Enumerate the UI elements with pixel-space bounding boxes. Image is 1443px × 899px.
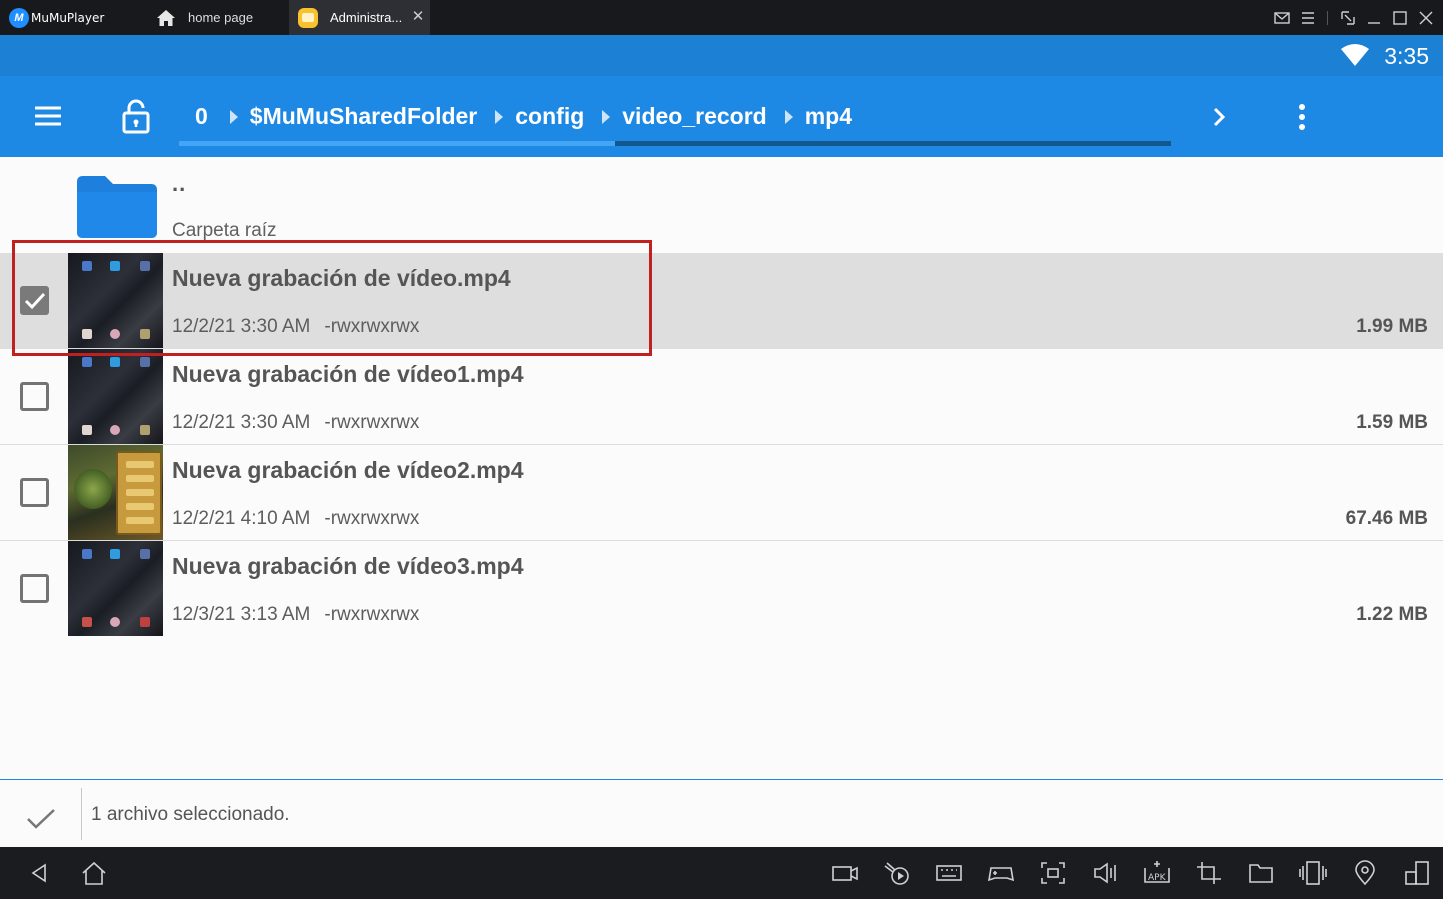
shrink-icon[interactable] [1339,9,1357,27]
mumu-logo: M MuMuPlayer [9,7,104,28]
gamepad-icon[interactable] [987,860,1015,886]
tab-home-label: home page [188,10,254,25]
tab-close-icon[interactable]: ✕ [410,9,426,25]
file-meta: 12/2/21 3:30 AM -rwxrwxrwx [172,412,419,434]
tab-home-page[interactable]: home page [148,0,288,35]
menu-icon[interactable] [1299,9,1317,27]
file-row[interactable]: Nueva grabación de vídeo1.mp4 12/2/21 3:… [0,349,1443,445]
chevron-right-icon[interactable] [1208,105,1230,129]
file-date: 12/3/21 3:13 AM [172,604,311,625]
status-time: 3:35 [1384,43,1429,69]
selection-status: 1 archivo seleccionado. [91,804,290,825]
tab-file-manager[interactable]: Administra... ✕ [289,0,430,35]
file-name: Nueva grabación de vídeo1.mp4 [172,361,524,387]
breadcrumb-separator-icon [602,109,611,124]
folder-icon [77,176,157,238]
tab-admin-label: Administra... [330,10,403,25]
breadcrumb-mp4[interactable]: mp4 [799,103,858,130]
row-checkbox[interactable] [20,478,49,507]
path-progress-fill [179,141,615,146]
back-icon[interactable] [26,860,54,886]
crop-screenshot-icon[interactable] [1195,860,1223,886]
breadcrumb-config[interactable]: config [509,103,590,130]
mumu-logo-icon: M [9,7,29,28]
install-apk-icon[interactable]: APK [1143,860,1171,886]
shared-folder-icon[interactable] [1247,860,1275,886]
file-date: 12/2/21 4:10 AM [172,508,311,529]
parent-folder-name: .. [172,171,187,196]
close-icon[interactable] [1417,9,1435,27]
file-manager-app-icon [298,7,318,28]
maximize-icon[interactable] [1391,9,1409,27]
home-icon [157,9,175,26]
file-meta: 12/3/21 3:13 AM -rwxrwxrwx [172,604,419,626]
breadcrumb-separator-icon [229,109,238,124]
video-thumbnail [68,445,163,540]
file-row[interactable]: Nueva grabación de vídeo3.mp4 12/3/21 3:… [0,541,1443,637]
file-size: 1.99 MB [1356,316,1428,337]
breadcrumb-root[interactable]: 0 [180,103,230,130]
file-date: 12/2/21 3:30 AM [172,412,311,433]
multi-window-icon[interactable] [1403,860,1431,886]
app-name: MuMuPlayer [31,10,105,25]
video-thumbnail [68,349,163,444]
breadcrumb-video-record[interactable]: video_record [616,103,772,130]
file-name: Nueva grabación de vídeo3.mp4 [172,553,524,579]
wifi-icon [1341,44,1369,66]
video-thumbnail [68,541,163,636]
file-permissions: -rwxrwxrwx [324,604,420,625]
minimize-icon[interactable] [1365,9,1383,27]
volume-icon[interactable] [1091,860,1119,886]
file-size: 1.59 MB [1356,412,1428,433]
svg-text:APK: APK [1148,873,1167,883]
hamburger-menu-icon[interactable] [33,103,63,129]
breadcrumb-separator-icon [495,109,504,124]
parent-folder-subtitle: Carpeta raíz [172,220,277,241]
selection-bar: 1 archivo seleccionado. [0,779,1443,847]
file-meta: 12/2/21 4:10 AM -rwxrwxrwx [172,508,419,530]
file-permissions: -rwxrwxrwx [324,508,420,529]
emulator-titlebar: M MuMuPlayer home page Administra... ✕ [0,0,1443,35]
shake-icon[interactable] [1299,860,1327,886]
row-checkbox[interactable] [20,382,49,411]
operation-record-icon[interactable] [883,860,911,886]
titlebar-divider [1327,11,1328,25]
emulator-navbar: APK [0,847,1443,899]
parent-folder-row[interactable]: .. Carpeta raíz [0,157,1443,253]
row-checkbox[interactable] [20,574,49,603]
confirm-check-icon[interactable] [26,807,56,831]
fullscreen-icon[interactable] [1039,860,1067,886]
selection-highlight-box [12,240,652,356]
breadcrumb-separator-icon [784,109,793,124]
android-statusbar: 3:35 [0,35,1443,76]
location-icon[interactable] [1351,860,1379,886]
file-name: Nueva grabación de vídeo2.mp4 [172,457,524,483]
file-row[interactable]: Nueva grabación de vídeo2.mp4 12/2/21 4:… [0,445,1443,541]
selection-divider [81,788,82,840]
home-nav-icon[interactable] [80,860,108,886]
more-vert-icon[interactable] [1295,103,1309,131]
unlock-icon[interactable] [120,98,152,134]
file-size: 67.46 MB [1345,508,1428,529]
keyboard-icon[interactable] [935,860,963,886]
file-permissions: -rwxrwxrwx [324,412,420,433]
breadcrumb-mumusharedfolder[interactable]: $MuMuSharedFolder [244,103,483,130]
file-size: 1.22 MB [1356,604,1428,625]
record-video-icon[interactable] [831,860,859,886]
mail-icon[interactable] [1273,9,1291,27]
